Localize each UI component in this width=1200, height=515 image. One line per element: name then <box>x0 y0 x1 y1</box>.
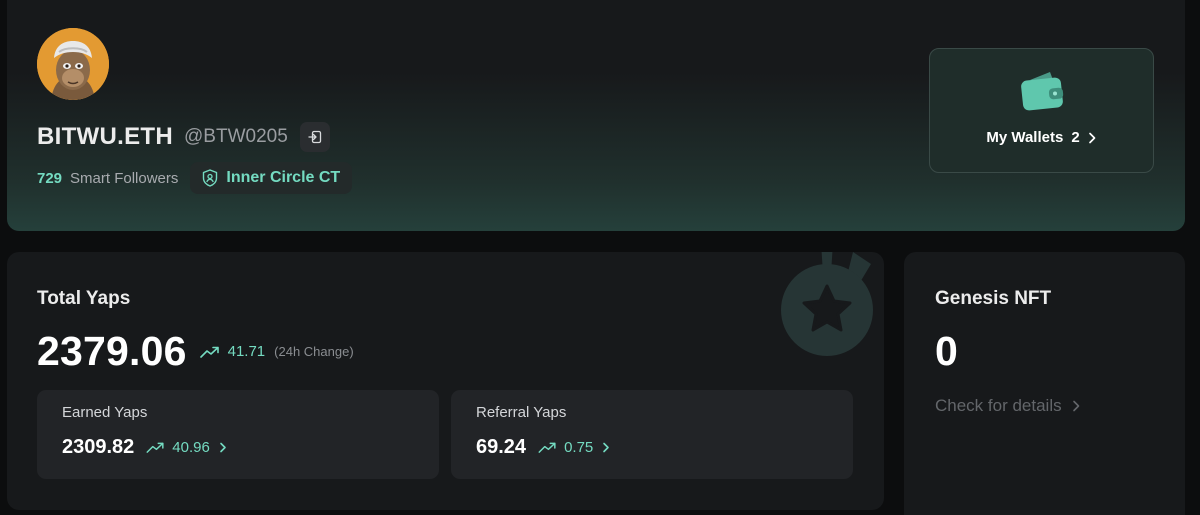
external-link-icon <box>308 130 321 144</box>
profile-card: BITWU.ETH @BTW0205 729 Smart Followers I… <box>7 0 1185 231</box>
tier-badge-label: Inner Circle CT <box>226 169 341 186</box>
wallet-label: My Wallets <box>986 129 1064 146</box>
total-yaps-change: 41.71 <box>227 343 266 360</box>
referral-yaps-change: 0.75 <box>564 439 594 456</box>
chevron-right-icon <box>1072 400 1079 412</box>
check-details-label: Check for details <box>935 396 1062 415</box>
smart-followers-label: Smart Followers <box>70 169 179 187</box>
referral-yaps-row: 69.24 0.75 <box>476 436 610 459</box>
shield-badge-icon <box>203 169 218 187</box>
total-yaps-row: 2379.06 41.71 (24h Change) <box>37 328 354 375</box>
total-yaps-change-label: (24h Change) <box>274 344 354 359</box>
total-yaps-value: 2379.06 <box>37 328 187 374</box>
display-name: BITWU.ETH <box>37 123 174 150</box>
user-handle[interactable]: @BTW0205 <box>184 126 288 148</box>
earned-yaps-change: 40.96 <box>172 439 210 456</box>
name-row: BITWU.ETH @BTW0205 <box>37 122 330 152</box>
chevron-right-icon <box>1088 132 1096 143</box>
trend-up-icon <box>146 442 164 453</box>
referral-yaps-card[interactable]: Referral Yaps 69.24 0.75 <box>451 390 853 479</box>
medal-star-icon <box>781 252 873 356</box>
avatar[interactable] <box>37 28 109 100</box>
genesis-nft-card: Genesis NFT 0 Check for details <box>904 252 1185 515</box>
earned-yaps-row: 2309.82 40.96 <box>62 436 227 459</box>
referral-yaps-value: 69.24 <box>476 436 527 458</box>
wallet-icon <box>1020 72 1063 111</box>
ape-avatar-icon <box>37 28 109 100</box>
total-yaps-title: Total Yaps <box>37 288 131 309</box>
wallet-row: My Wallets 2 <box>986 129 1096 146</box>
wallet-count: 2 <box>1071 129 1080 146</box>
trend-up-icon <box>538 442 556 453</box>
referral-yaps-title: Referral Yaps <box>476 404 567 421</box>
genesis-nft-value: 0 <box>935 328 958 374</box>
tier-badge[interactable]: Inner Circle CT <box>190 162 353 194</box>
trend-up-icon <box>199 346 219 358</box>
smart-followers-count: 729 <box>37 169 63 187</box>
page: BITWU.ETH @BTW0205 729 Smart Followers I… <box>0 0 1200 515</box>
genesis-nft-title: Genesis NFT <box>935 288 1052 309</box>
chevron-right-icon[interactable] <box>602 442 610 453</box>
chevron-right-icon[interactable] <box>219 442 227 453</box>
my-wallets-button[interactable]: My Wallets 2 <box>929 48 1154 173</box>
earned-yaps-card[interactable]: Earned Yaps 2309.82 40.96 <box>37 390 439 479</box>
earned-yaps-value: 2309.82 <box>62 436 135 458</box>
total-yaps-card: Total Yaps 2379.06 41.71 (24h Change) Ea… <box>7 252 884 510</box>
external-link-button[interactable] <box>299 122 330 152</box>
followers-row: 729 Smart Followers Inner Circle CT <box>37 162 353 194</box>
check-details-link[interactable]: Check for details <box>935 396 1080 416</box>
earned-yaps-title: Earned Yaps <box>62 404 148 421</box>
